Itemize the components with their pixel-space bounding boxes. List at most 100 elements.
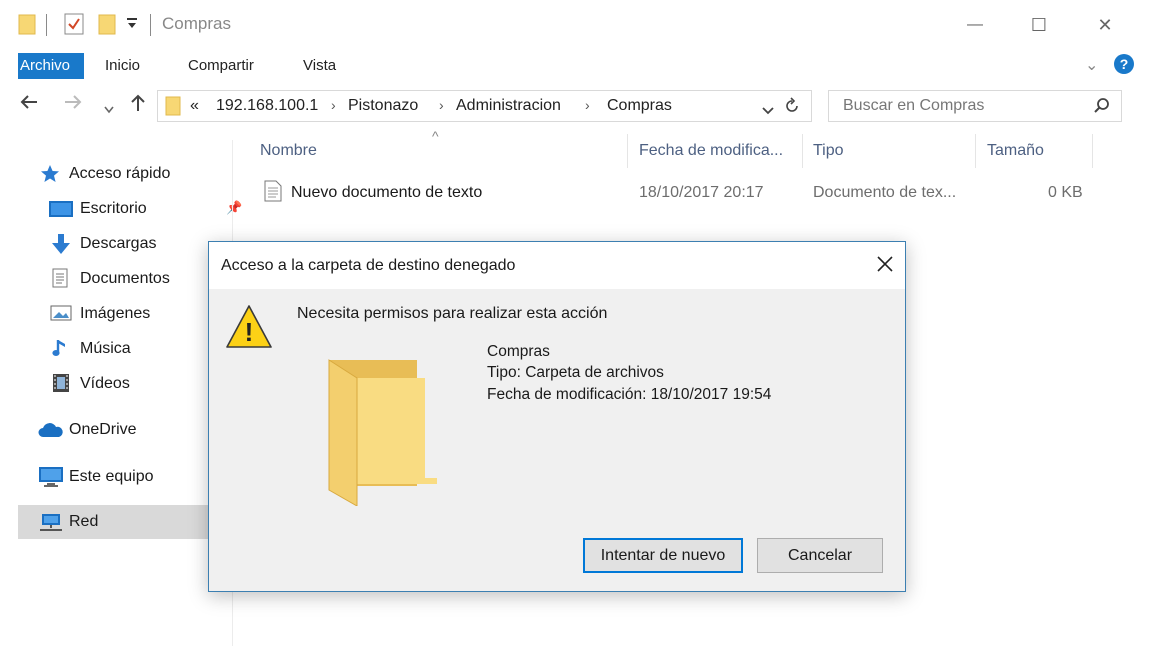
tab-vista[interactable]: Vista (303, 53, 336, 79)
sidebar-item-musica[interactable]: Música (18, 332, 232, 366)
sidebar-item-label: OneDrive (69, 421, 137, 438)
dialog-item-type: Tipo: Carpeta de archivos (487, 364, 664, 381)
navigation-pane: Acceso rápido Escritorio 📌 Descargas Doc… (0, 140, 242, 646)
minimize-icon: — (967, 16, 983, 33)
network-icon (38, 512, 64, 537)
column-separator[interactable] (975, 134, 976, 168)
forward-arrow-icon[interactable] (64, 94, 82, 115)
refresh-icon[interactable] (784, 97, 800, 120)
column-separator[interactable] (1092, 134, 1093, 168)
sidebar-item-imagenes[interactable]: Imágenes (18, 297, 232, 331)
column-header-tamano[interactable]: Tamaño (987, 142, 1044, 160)
up-arrow-icon[interactable] (130, 94, 146, 117)
sidebar-item-label: Acceso rápido (69, 165, 171, 182)
sidebar-item-este-equipo[interactable]: Este equipo (18, 460, 232, 494)
title-separator (46, 14, 47, 36)
breadcrumb-overflow[interactable]: « (190, 97, 199, 115)
sidebar-item-label: Imágenes (80, 305, 151, 322)
folder-icon (165, 96, 181, 121)
customize-toolbar-icon[interactable] (126, 16, 138, 35)
sidebar-item-videos[interactable]: Vídeos (18, 367, 232, 401)
sidebar-item-onedrive[interactable]: OneDrive (18, 413, 232, 447)
navigation-bar: « 192.168.100.1 › Pistonazo › Administra… (0, 86, 1172, 126)
chevron-right-icon[interactable]: › (439, 97, 444, 113)
sidebar-item-descargas[interactable]: Descargas (18, 227, 232, 261)
window-title: Compras (162, 14, 231, 33)
svg-text:!: ! (245, 317, 254, 347)
ribbon: Archivo Inicio Compartir Vista ⌄ ? (0, 50, 1172, 82)
dialog-item-date: Fecha de modificación: 18/10/2017 19:54 (487, 386, 772, 403)
text-file-icon (264, 180, 282, 207)
document-icon (52, 268, 68, 293)
file-size: 0 KB (1048, 184, 1083, 201)
large-folder-icon (327, 358, 439, 511)
sort-ascending-icon: ^ (432, 128, 439, 144)
close-icon: ✕ (1097, 14, 1113, 35)
sidebar-item-label: Documentos (80, 270, 170, 287)
breadcrumb-item[interactable]: Compras (607, 97, 672, 115)
breadcrumb-item[interactable]: Pistonazo (348, 97, 418, 115)
dialog-message: Necesita permisos para realizar esta acc… (297, 305, 608, 322)
star-icon (40, 164, 60, 189)
warning-icon: ! (225, 304, 273, 355)
back-arrow-icon[interactable] (20, 94, 38, 115)
sidebar-item-label: Escritorio (80, 200, 147, 217)
breadcrumb-item[interactable]: 192.168.100.1 (216, 97, 318, 115)
address-bar[interactable]: « 192.168.100.1 › Pistonazo › Administra… (157, 90, 812, 122)
dialog-close-button[interactable] (873, 252, 897, 276)
column-header-nombre[interactable]: Nombre (260, 142, 317, 160)
tab-archivo[interactable]: Archivo (18, 53, 84, 79)
desktop-icon (49, 200, 73, 223)
sidebar-item-documentos[interactable]: Documentos (18, 262, 232, 296)
music-icon (52, 338, 68, 363)
column-separator[interactable] (627, 134, 628, 168)
sidebar-item-escritorio[interactable]: Escritorio 📌 (18, 192, 242, 226)
close-window-button[interactable]: ✕ (1085, 10, 1125, 40)
tab-compartir[interactable]: Compartir (188, 53, 254, 79)
column-header-fecha[interactable]: Fecha de modifica... (639, 142, 783, 160)
cloud-icon (38, 422, 64, 443)
computer-icon (38, 466, 64, 493)
column-separator[interactable] (802, 134, 803, 168)
breadcrumb-item[interactable]: Administracion (456, 97, 561, 115)
new-folder-icon[interactable] (98, 13, 116, 40)
sidebar-item-label: Red (69, 513, 99, 530)
sidebar-item-red[interactable]: Red (18, 505, 232, 539)
sidebar-item-label: Este equipo (69, 468, 154, 485)
maximize-button[interactable]: ☐ (1019, 10, 1059, 40)
video-icon (52, 373, 70, 398)
title-bar: Compras — ☐ ✕ (0, 0, 1172, 50)
address-dropdown-icon[interactable] (762, 102, 774, 120)
search-input[interactable]: Buscar en Compras (828, 90, 1122, 122)
dialog-title: Acceso a la carpeta de destino denegado (221, 257, 516, 274)
sidebar-item-acceso-rapido[interactable]: Acceso rápido (18, 157, 232, 191)
search-placeholder: Buscar en Compras (843, 97, 985, 114)
properties-icon[interactable] (64, 13, 84, 40)
retry-button[interactable]: Intentar de nuevo (583, 538, 743, 573)
folder-icon (18, 13, 36, 40)
maximize-icon: ☐ (1030, 14, 1048, 35)
expand-ribbon-icon[interactable]: ⌄ (1085, 53, 1098, 79)
chevron-right-icon[interactable]: › (585, 97, 590, 113)
download-icon (51, 233, 71, 260)
sidebar-item-label: Música (80, 340, 131, 357)
image-icon (50, 305, 72, 326)
column-header-tipo[interactable]: Tipo (813, 142, 844, 160)
dialog-title-bar[interactable]: Acceso a la carpeta de destino denegado (209, 242, 905, 289)
close-icon (877, 256, 893, 272)
file-type: Documento de tex... (813, 184, 957, 201)
tab-inicio[interactable]: Inicio (105, 53, 140, 79)
cancel-button[interactable]: Cancelar (757, 538, 883, 573)
recent-locations-icon[interactable] (104, 98, 114, 119)
file-name[interactable]: Nuevo documento de texto (291, 184, 482, 202)
help-icon[interactable]: ? (1114, 54, 1134, 74)
search-icon[interactable] (1093, 97, 1111, 120)
access-denied-dialog: Acceso a la carpeta de destino denegado … (208, 241, 906, 592)
dialog-item-name: Compras (487, 343, 550, 360)
minimize-button[interactable]: — (955, 10, 995, 40)
sidebar-item-label: Vídeos (80, 375, 130, 392)
chevron-right-icon[interactable]: › (331, 97, 336, 113)
pin-icon[interactable]: 📌 (226, 200, 242, 216)
title-separator (150, 14, 151, 36)
file-date: 18/10/2017 20:17 (639, 184, 764, 201)
